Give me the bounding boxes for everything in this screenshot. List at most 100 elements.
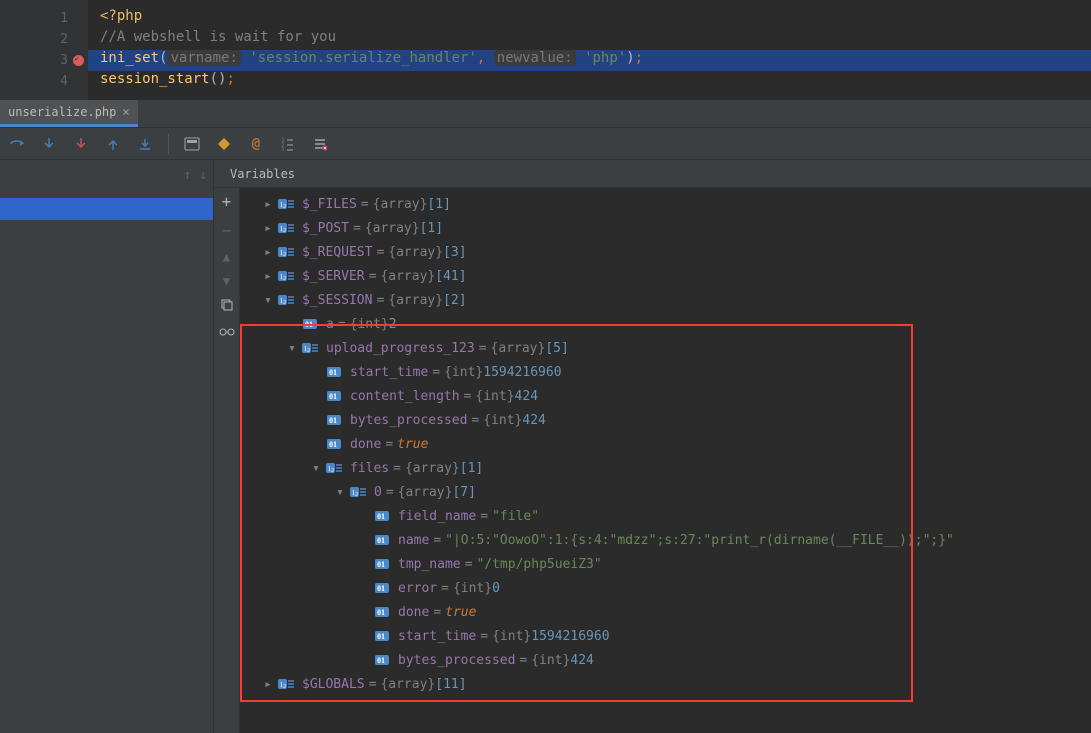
run-to-cursor-icon[interactable] [136,135,154,153]
tree-spacer [286,318,298,330]
breakpoint-icon[interactable] [73,55,84,66]
variable-row[interactable]: 01start_time={int} 1594216960 [244,360,1091,384]
copy-icon[interactable] [220,298,234,316]
svg-text:2: 2 [283,300,286,306]
svg-text:2: 2 [355,492,358,498]
step-into-icon[interactable] [40,135,58,153]
svg-text:2: 2 [283,204,286,210]
expand-right-icon[interactable]: ▸ [262,678,274,690]
array-icon: 12 [278,292,296,308]
value-icon: 01 [326,364,344,380]
tree-spacer [310,390,322,402]
evaluate-expression-icon[interactable] [183,135,201,153]
svg-text:2: 2 [283,252,286,258]
variable-name: $_FILES [302,197,357,212]
variable-row[interactable]: ▸12$_SERVER={array} [41] [244,264,1091,288]
equals-sign: = [382,485,398,500]
variable-row[interactable]: ▸12$GLOBALS={array} [11] [244,672,1091,696]
expand-right-icon[interactable]: ▸ [262,198,274,210]
variable-row[interactable]: 01bytes_processed={int} 424 [244,408,1091,432]
variable-value: "file" [492,509,539,524]
variable-row[interactable]: ▾12upload_progress_123={array} [5] [244,336,1091,360]
step-out-icon[interactable] [104,135,122,153]
array-icon: 12 [278,244,296,260]
variables-tree[interactable]: ▸12$_FILES={array} [1]▸12$_POST={array} … [240,188,1091,733]
frames-pane[interactable]: ↑ ↓ [0,160,214,733]
variable-row[interactable]: 01done=true [244,600,1091,624]
expand-down-icon[interactable]: ▾ [262,294,274,306]
gutter-line[interactable]: 3 [0,50,88,71]
variable-row[interactable]: ▸12$_FILES={array} [1] [244,192,1091,216]
tree-spacer [310,366,322,378]
variable-row[interactable]: ▾12files={array} [1] [244,456,1091,480]
array-icon: 12 [278,220,296,236]
glasses-icon[interactable] [219,326,235,341]
equals-sign: = [365,677,381,692]
at-icon[interactable]: @ [247,135,265,153]
close-icon[interactable]: × [122,105,129,119]
expand-down-icon[interactable]: ▾ [310,462,322,474]
variables-gutter: + − ▲ ▼ [214,188,240,733]
selected-frame[interactable] [0,198,213,220]
variable-row[interactable]: ▾12$_SESSION={array} [2] [244,288,1091,312]
editor-code[interactable]: <?php//A webshell is wait for youini_set… [88,0,1091,100]
variable-row[interactable]: 01bytes_processed={int} 424 [244,648,1091,672]
variable-row[interactable]: ▾120={array} [7] [244,480,1091,504]
force-step-into-icon[interactable] [72,135,90,153]
gutter-line[interactable]: 1 [0,8,88,29]
value-icon: 01 [374,532,392,548]
variable-count: [11] [435,677,466,692]
variable-type: {array} [388,245,443,260]
step-over-icon[interactable] [8,135,26,153]
code-line[interactable]: ini_set(varname: 'session.serialize_hand… [88,50,1091,71]
variable-row[interactable]: 01error={int} 0 [244,576,1091,600]
frame-up-icon[interactable]: ↑ [183,168,191,183]
code-line[interactable]: //A webshell is wait for you [88,29,1091,50]
gutter-line[interactable]: 4 [0,71,88,92]
variable-row[interactable]: 01a={int} 2 [244,312,1091,336]
equals-sign: = [372,293,388,308]
variable-row[interactable]: 01start_time={int} 1594216960 [244,624,1091,648]
value-icon: 01 [302,316,320,332]
code-line[interactable]: <?php [88,8,1091,29]
add-watch-icon[interactable]: + [222,192,232,211]
tree-spacer [358,582,370,594]
watch-down-icon[interactable]: ▼ [223,274,230,288]
variable-row[interactable]: 01content_length={int} 424 [244,384,1091,408]
variable-name: done [398,605,429,620]
code-editor[interactable]: 1234 <?php//A webshell is wait for youin… [0,0,1091,100]
variable-value: true [397,437,428,452]
variable-name: bytes_processed [350,413,467,428]
variable-type: {int} [483,413,522,428]
variable-row[interactable]: 01name="|O:5:"OowoO":1:{s:4:"mdzz";s:27:… [244,528,1091,552]
variable-name: bytes_processed [398,653,515,668]
svg-text:01: 01 [329,392,337,401]
remove-watch-icon[interactable]: − [222,221,232,240]
expand-right-icon[interactable]: ▸ [262,246,274,258]
variable-row[interactable]: ▸12$_REQUEST={array} [3] [244,240,1091,264]
expand-right-icon[interactable]: ▸ [262,270,274,282]
variable-name: done [350,437,381,452]
frame-down-icon[interactable]: ↓ [199,168,207,183]
value-icon: 01 [374,652,392,668]
variable-type: {array} [398,485,453,500]
filter-icon[interactable] [311,135,329,153]
trace-icon[interactable] [215,135,233,153]
variable-row[interactable]: 01field_name="file" [244,504,1091,528]
equals-sign: = [476,509,492,524]
tab-unserialize[interactable]: unserialize.php × [0,100,138,127]
equals-sign: = [461,557,477,572]
variable-value: 424 [570,653,593,668]
expand-down-icon[interactable]: ▾ [286,342,298,354]
expand-down-icon[interactable]: ▾ [334,486,346,498]
variable-row[interactable]: 01done=true [244,432,1091,456]
code-line[interactable]: session_start(); [88,71,1091,92]
gutter-line[interactable]: 2 [0,29,88,50]
variable-name: content_length [350,389,460,404]
watch-up-icon[interactable]: ▲ [223,250,230,264]
sort-icon[interactable]: 123 [279,135,297,153]
expand-right-icon[interactable]: ▸ [262,222,274,234]
variable-row[interactable]: 01tmp_name="/tmp/php5ueiZ3" [244,552,1091,576]
variable-name: start_time [398,629,476,644]
variable-row[interactable]: ▸12$_POST={array} [1] [244,216,1091,240]
